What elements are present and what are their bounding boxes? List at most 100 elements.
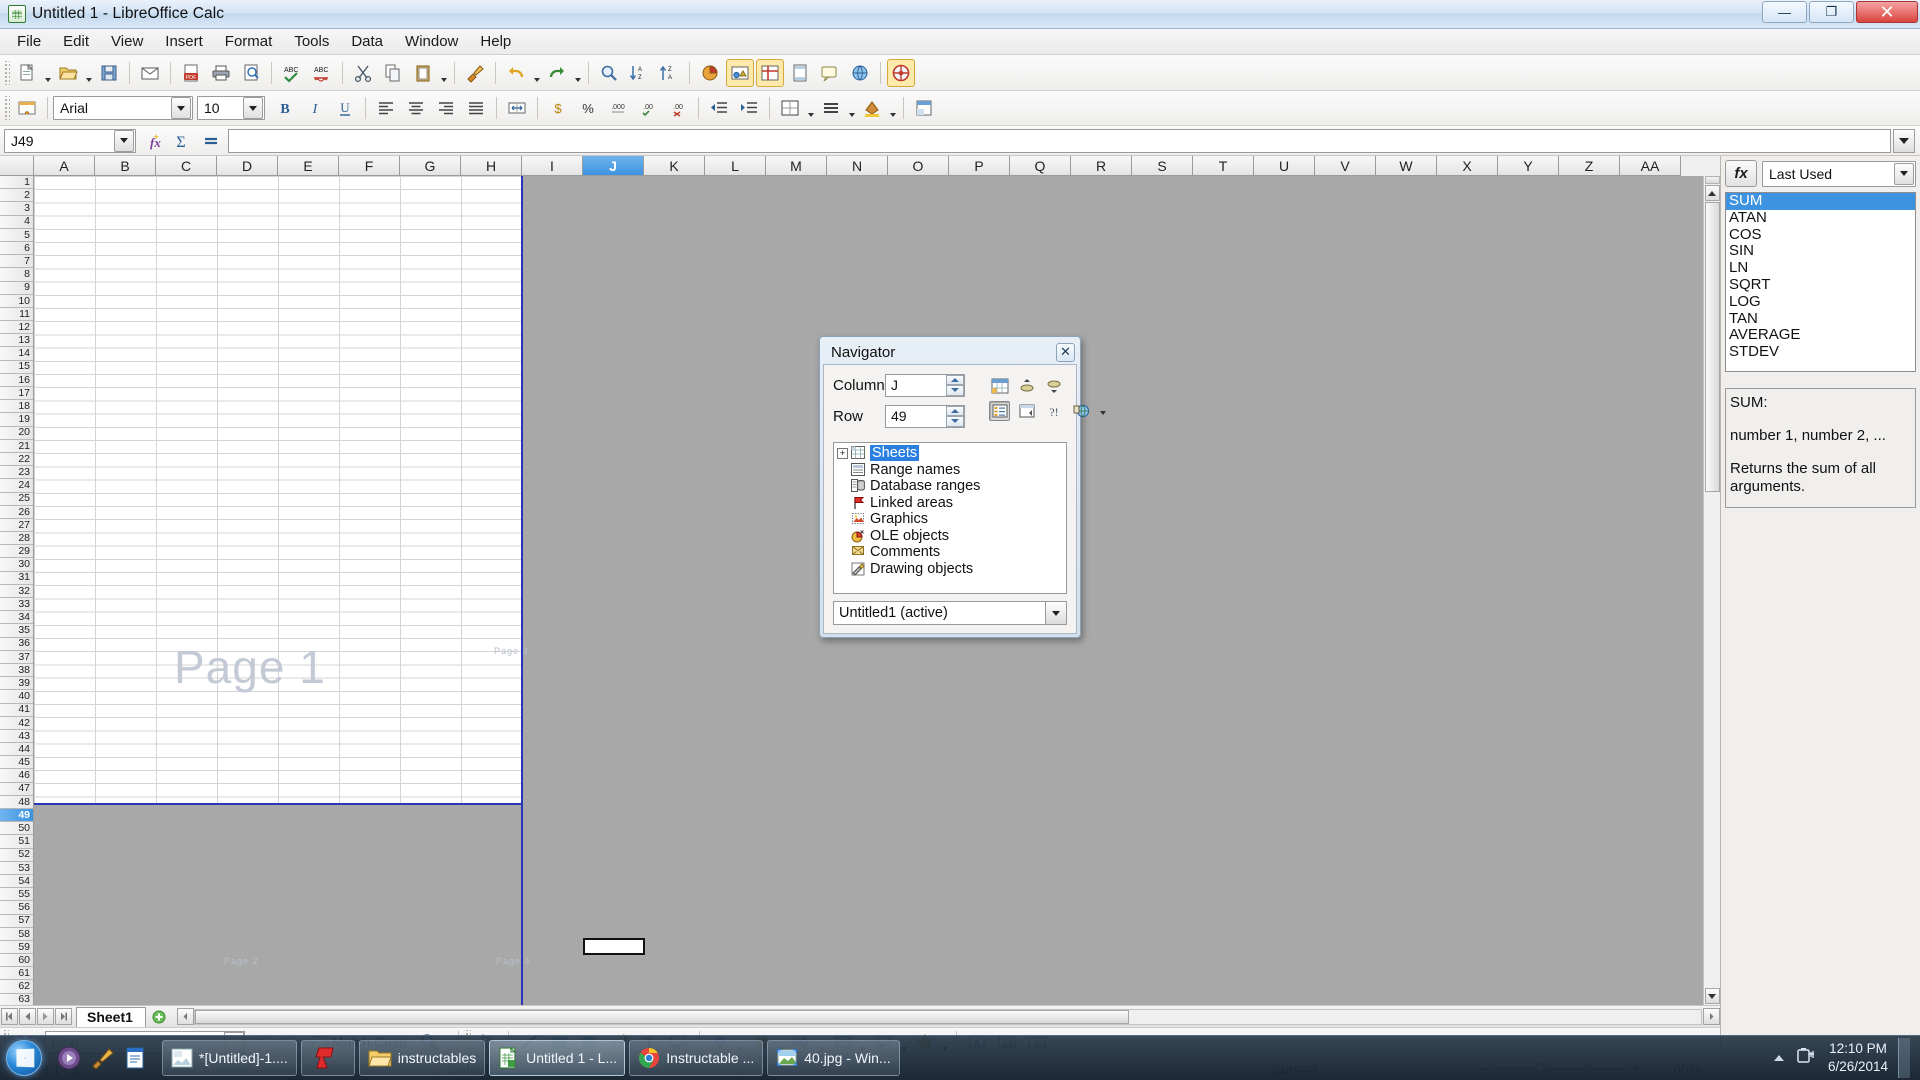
taskbar-item-paint[interactable]: *[Untitled]-1.... [162,1040,297,1076]
background-dropdown-icon[interactable] [887,94,898,122]
row-header-27[interactable]: 27 [0,519,33,533]
delete-decimal-icon[interactable]: .00 [664,94,692,122]
row-header-39[interactable]: 39 [0,677,33,691]
fx-wizard-icon[interactable]: fx [136,128,166,154]
undo-dropdown-icon[interactable] [531,59,542,87]
redo-arrow-icon[interactable] [543,59,571,87]
row-header-21[interactable]: 21 [0,440,33,453]
scissors-icon[interactable] [349,59,377,87]
row-header-26[interactable]: 26 [0,506,33,519]
row-header-41[interactable]: 41 [0,704,33,717]
abc-auto-icon[interactable]: ABC [308,59,336,87]
column-header-p[interactable]: P [949,156,1010,176]
taskbar-item-instructables-folder[interactable]: instructables [358,1040,486,1076]
scroll-left-icon[interactable] [176,1008,194,1025]
scroll-thumb-horizontal[interactable] [194,1009,1129,1024]
row-header-7[interactable]: 7 [0,255,33,269]
first-sheet-icon[interactable] [1,1008,18,1025]
draw-functions-icon[interactable] [726,58,754,87]
row-header-9[interactable]: 9 [0,282,33,295]
scroll-track-vertical[interactable] [1704,492,1720,987]
menu-format[interactable]: Format [214,30,284,53]
column-header-v[interactable]: V [1315,156,1376,176]
show-desktop-button[interactable] [1898,1038,1910,1078]
row-header-35[interactable]: 35 [0,624,33,638]
border-style-icon[interactable] [817,94,845,122]
conditional-format-icon[interactable] [910,94,938,122]
align-justify-icon[interactable] [462,94,490,122]
menu-data[interactable]: Data [340,30,394,53]
header-footer-icon[interactable] [786,59,814,87]
row-header-20[interactable]: 20 [0,427,33,440]
spin-up-icon[interactable] [946,374,964,385]
column-header-c[interactable]: C [156,156,217,176]
equals-function-icon[interactable] [196,128,226,154]
menu-file[interactable]: File [6,30,52,53]
add-decimal-icon[interactable]: .00 [634,94,662,122]
function-item-average[interactable]: AVERAGE [1726,327,1915,344]
taskbar-item-calc[interactable]: Untitled 1 - L... [489,1040,626,1076]
row-header-29[interactable]: 29 [0,545,33,559]
number-format-icon[interactable]: .000 [604,94,632,122]
scroll-thumb-vertical[interactable] [1704,202,1720,492]
scroll-up-icon[interactable] [1704,185,1720,201]
navigator-tree-item-ole-objects[interactable]: OLE objects [834,528,1066,545]
row-header-57[interactable]: 57 [0,915,33,928]
decrease-indent-icon[interactable] [705,94,733,122]
toggle-icon[interactable] [1016,401,1037,421]
battery-charging-icon[interactable] [1796,1047,1818,1069]
word-document-icon[interactable] [120,1042,150,1074]
row-header-25[interactable]: 25 [0,493,33,506]
borders-icon[interactable] [776,94,804,122]
paste-dropdown-icon[interactable] [438,59,449,87]
navigator-dialog[interactable]: Navigator ✕ Column J Row 49 ?! + Sheets … [819,336,1089,638]
column-header-w[interactable]: W [1376,156,1437,176]
sort-az-icon[interactable]: AZ [625,59,653,87]
row-header-14[interactable]: 14 [0,347,33,361]
navigator-tree-item-range-names[interactable]: Range names [834,462,1066,479]
scenarios-icon[interactable]: ?! [1043,401,1064,421]
paint-brush-icon[interactable] [87,1042,117,1074]
row-header-5[interactable]: 5 [0,229,33,242]
row-header-54[interactable]: 54 [0,875,33,889]
navigator-tree-item-sheets[interactable]: + Sheets [834,445,1066,462]
envelope-icon[interactable] [136,59,164,87]
function-item-cos[interactable]: COS [1726,226,1915,244]
row-header-2[interactable]: 2 [0,189,33,203]
row-header-51[interactable]: 51 [0,835,33,849]
spin-down-icon[interactable] [946,385,964,396]
column-header-aa[interactable]: AA [1620,156,1681,176]
italic-icon[interactable]: I [301,94,329,122]
clipboard-icon[interactable] [409,59,437,87]
row-header-22[interactable]: 22 [0,453,33,467]
add-sheet-plus-icon[interactable] [148,1010,170,1024]
column-spinner[interactable]: J [885,373,965,397]
expand-toggle-icon[interactable]: + [837,447,848,459]
taskbar-item-chrome[interactable]: Instructable ... [629,1040,764,1076]
column-header-m[interactable]: M [766,156,827,176]
split-handle-vertical[interactable] [1704,176,1720,184]
row-header-19[interactable]: 19 [0,413,33,427]
currency-icon[interactable]: $ [544,94,572,122]
vertical-scrollbar[interactable] [1703,176,1720,1005]
function-list[interactable]: SUM ATAN COS SIN LN SQRT LOG TAN AVERAGE STDEV [1725,192,1916,372]
row-header-36[interactable]: 36 [0,638,33,651]
row-header-1[interactable]: 1 [0,176,33,190]
align-center-icon[interactable] [402,94,430,122]
navigator-tree[interactable]: + Sheets Range names Database ranges Linked … [833,442,1067,594]
chart-icon[interactable] [696,59,724,87]
column-header-x[interactable]: X [1437,156,1498,176]
row-header-6[interactable]: 6 [0,242,33,256]
row-header-63[interactable]: 63 [0,994,33,1005]
column-header-f[interactable]: F [339,156,400,176]
navigator-tree-item-linked-areas[interactable]: Linked areas [834,495,1066,512]
spin-down-icon[interactable] [946,416,964,427]
row-header-59[interactable]: 59 [0,941,33,955]
open-dropdown-icon[interactable] [83,59,94,87]
new-doc-dropdown-icon[interactable] [42,59,53,87]
maximize-button[interactable]: ❐ [1809,1,1854,23]
sheet-tab-sheet1[interactable]: Sheet1 [76,1006,146,1027]
row-header-15[interactable]: 15 [0,361,33,374]
row-header-28[interactable]: 28 [0,532,33,546]
data-range-icon[interactable] [989,376,1010,396]
